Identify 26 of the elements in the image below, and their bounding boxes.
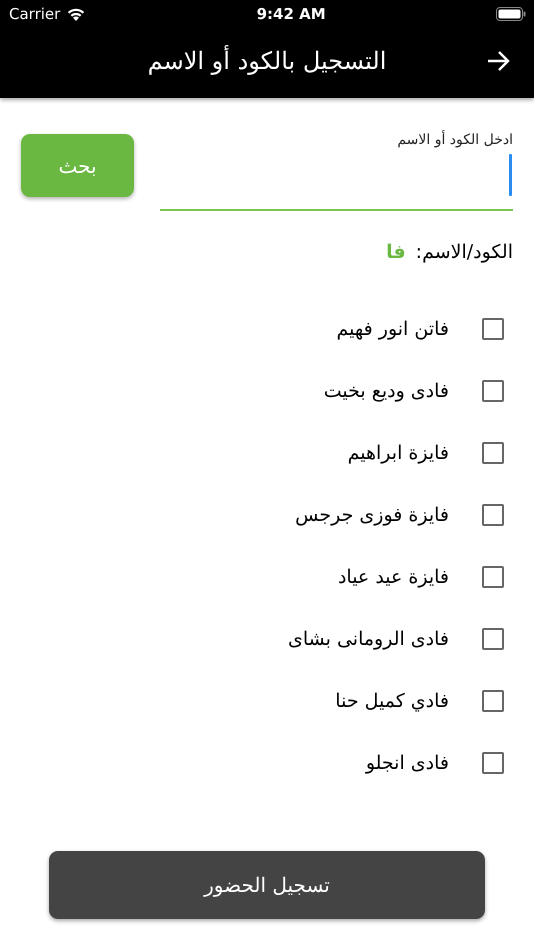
checkbox[interactable] bbox=[482, 628, 504, 650]
code-or-name-field[interactable]: ادخل الكود أو الاسم bbox=[160, 132, 513, 211]
checkbox[interactable] bbox=[482, 752, 504, 774]
status-time: 9:42 AM bbox=[256, 5, 326, 23]
person-name: فادى الرومانى بشاى bbox=[288, 628, 449, 650]
person-name: فادى انجلو bbox=[366, 752, 449, 774]
checkbox[interactable] bbox=[482, 318, 504, 340]
wifi-icon bbox=[66, 7, 86, 21]
checkbox[interactable] bbox=[482, 504, 504, 526]
checkbox[interactable] bbox=[482, 566, 504, 588]
screen-title: التسجيل بالكود أو الاسم bbox=[148, 47, 386, 75]
person-name: فادى وديع بخيت bbox=[324, 380, 449, 402]
carrier-label: Carrier bbox=[9, 5, 60, 23]
register-attendance-button[interactable]: تسجيل الحضور bbox=[49, 851, 485, 919]
person-name: فادي كميل حنا bbox=[335, 690, 449, 712]
search-query: فا bbox=[386, 241, 406, 263]
battery-icon bbox=[496, 7, 526, 21]
person-name: فايزة عيد عياد bbox=[338, 566, 449, 588]
checkbox[interactable] bbox=[482, 442, 504, 464]
person-name: فايزة فوزى جرجس bbox=[295, 504, 449, 526]
person-name: فايزة ابراهيم bbox=[348, 442, 449, 464]
checkbox[interactable] bbox=[482, 380, 504, 402]
result-label: الكود/الاسم: bbox=[416, 241, 513, 263]
person-name: فاتن انور فهيم bbox=[336, 318, 449, 340]
checkbox[interactable] bbox=[482, 690, 504, 712]
back-arrow-icon[interactable] bbox=[486, 51, 510, 71]
